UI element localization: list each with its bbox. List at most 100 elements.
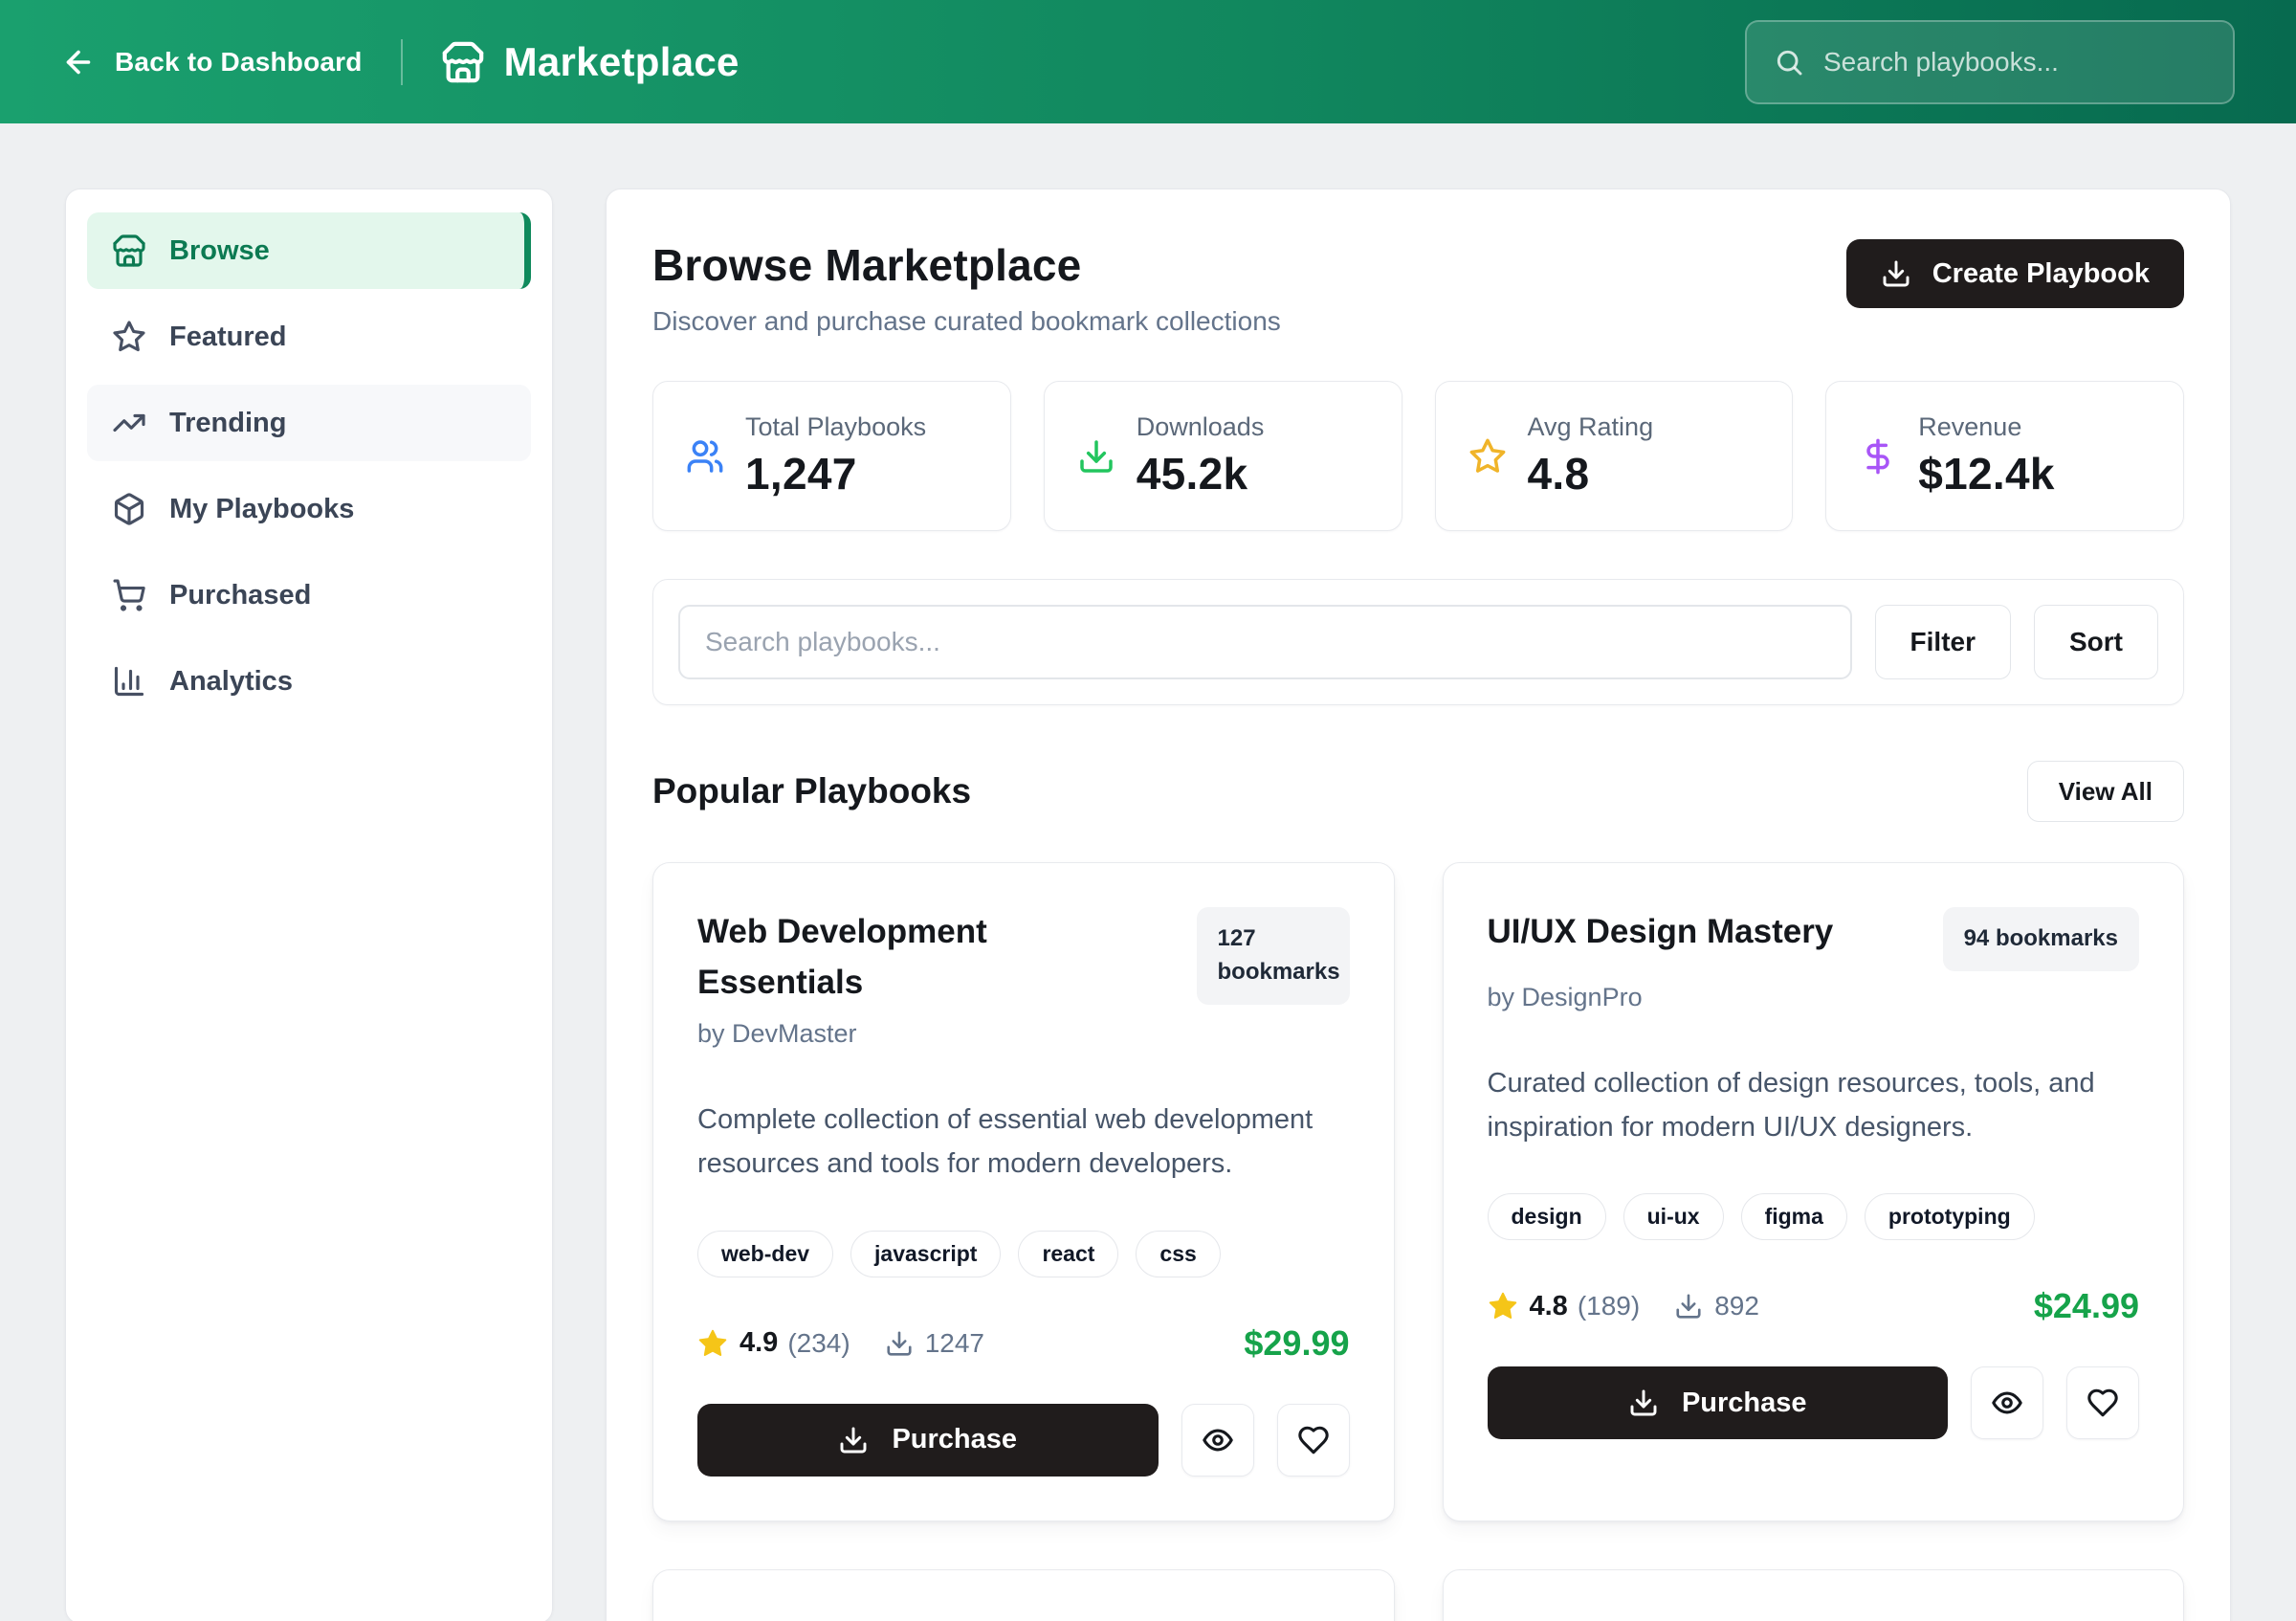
download-icon	[1881, 258, 1911, 289]
search-icon	[1774, 47, 1804, 78]
store-icon	[112, 233, 146, 268]
heart-icon	[1297, 1424, 1330, 1456]
stat-label: Total Playbooks	[745, 412, 926, 442]
purchase-button[interactable]: Purchase	[697, 1404, 1159, 1477]
review-count: (189)	[1578, 1291, 1640, 1321]
star-icon	[1468, 437, 1507, 476]
tag: figma	[1741, 1193, 1847, 1240]
stat-value: 45.2k	[1137, 448, 1265, 500]
price: $29.99	[1244, 1323, 1349, 1364]
filter-button[interactable]: Filter	[1875, 605, 2011, 679]
stat-label: Avg Rating	[1528, 412, 1654, 442]
playbook-title: Web Development Essentials	[697, 907, 1109, 1008]
sidebar-item-label: My Playbooks	[169, 494, 354, 525]
tag-list: web-dev javascript react css	[697, 1231, 1350, 1277]
download-icon	[838, 1425, 869, 1455]
stat-card-revenue: Revenue $12.4k	[1825, 381, 2184, 531]
star-filled-icon	[1488, 1291, 1518, 1321]
stat-label: Revenue	[1918, 412, 2055, 442]
search-filter-bar: Filter Sort	[652, 579, 2184, 705]
tag: prototyping	[1865, 1193, 2035, 1240]
sidebar-item-my-playbooks[interactable]: My Playbooks	[87, 471, 531, 547]
sidebar: Browse Featured Trending My Playbooks Pu…	[65, 189, 553, 1621]
download-icon	[1077, 437, 1115, 476]
purchase-label: Purchase	[892, 1424, 1017, 1455]
stat-label: Downloads	[1137, 412, 1265, 442]
preview-button[interactable]	[1971, 1366, 2043, 1439]
tag: web-dev	[697, 1231, 833, 1277]
playbook-grid: Web Development Essentials 127 bookmarks…	[652, 862, 2184, 1621]
stat-value: $12.4k	[1918, 448, 2055, 500]
sidebar-item-trending[interactable]: Trending	[87, 385, 531, 461]
preview-button[interactable]	[1181, 1404, 1254, 1477]
brand: Marketplace	[441, 39, 740, 85]
favorite-button[interactable]	[1277, 1404, 1350, 1477]
playbook-description: Curated collection of design resources, …	[1488, 1062, 2140, 1150]
browse-marketplace-title: Browse Marketplace	[652, 239, 1281, 291]
create-playbook-button[interactable]: Create Playbook	[1846, 239, 2184, 308]
arrow-left-icon	[61, 45, 96, 79]
tag-list: design ui-ux figma prototyping	[1488, 1193, 2140, 1240]
sidebar-item-purchased[interactable]: Purchased	[87, 557, 531, 633]
store-icon	[441, 40, 485, 84]
stat-card-avg-rating: Avg Rating 4.8	[1435, 381, 1794, 531]
rating-value: 4.8	[1530, 1291, 1568, 1322]
price: $24.99	[2034, 1286, 2139, 1326]
back-label: Back to Dashboard	[115, 47, 363, 78]
page-title: Marketplace	[504, 39, 740, 85]
sidebar-item-browse[interactable]: Browse	[87, 212, 531, 289]
sort-button[interactable]: Sort	[2034, 605, 2158, 679]
package-icon	[112, 492, 146, 526]
sidebar-item-analytics[interactable]: Analytics	[87, 643, 531, 720]
download-count: 892	[1714, 1291, 1759, 1321]
popular-playbooks-title: Popular Playbooks	[652, 771, 971, 811]
page-subtitle: Discover and purchase curated bookmark c…	[652, 306, 1281, 337]
trending-up-icon	[112, 406, 146, 440]
page-body: Browse Featured Trending My Playbooks Pu…	[0, 123, 2296, 1621]
star-icon	[112, 320, 146, 354]
favorite-button[interactable]	[2066, 1366, 2139, 1439]
sidebar-item-label: Featured	[169, 322, 286, 353]
tag: javascript	[850, 1231, 1001, 1277]
bookmarks-badge: 94 bookmarks	[1943, 907, 2139, 971]
eye-icon	[1991, 1387, 2023, 1419]
review-count: (234)	[787, 1328, 850, 1359]
stat-value: 4.8	[1528, 448, 1654, 500]
view-all-button[interactable]: View All	[2027, 761, 2184, 822]
stats-grid: Total Playbooks 1,247 Downloads 45.2k Av…	[652, 381, 2184, 531]
sidebar-item-label: Analytics	[169, 666, 293, 698]
download-icon	[885, 1329, 914, 1358]
bookmarks-badge: 127 bookmarks	[1197, 907, 1350, 1005]
shopping-cart-icon	[112, 578, 146, 612]
sidebar-item-featured[interactable]: Featured	[87, 299, 531, 375]
playbook-author: by DevMaster	[697, 1019, 1350, 1049]
heart-icon	[2086, 1387, 2119, 1419]
purchase-button[interactable]: Purchase	[1488, 1366, 1949, 1439]
back-to-dashboard-link[interactable]: Back to Dashboard	[61, 45, 363, 79]
header-search-input[interactable]	[1823, 47, 2206, 78]
playbook-card: Web Development Essentials 127 bookmarks…	[652, 862, 1395, 1521]
create-playbook-label: Create Playbook	[1932, 258, 2150, 290]
main-panel: Browse Marketplace Discover and purchase…	[606, 189, 2231, 1621]
rating-value: 4.9	[740, 1327, 778, 1359]
playbook-author: by DesignPro	[1488, 983, 2140, 1012]
users-icon	[686, 437, 724, 476]
tag: design	[1488, 1193, 1606, 1240]
header-divider	[401, 39, 403, 85]
header-search	[1745, 20, 2235, 104]
bar-chart-icon	[112, 664, 146, 699]
download-count: 1247	[925, 1328, 984, 1359]
sidebar-item-label: Purchased	[169, 580, 311, 611]
stat-value: 1,247	[745, 448, 926, 500]
playbook-title: UI/UX Design Mastery	[1488, 907, 1834, 971]
stat-card-downloads: Downloads 45.2k	[1044, 381, 1402, 531]
app-header: Back to Dashboard Marketplace	[0, 0, 2296, 123]
download-icon	[1628, 1388, 1659, 1418]
stat-card-total-playbooks: Total Playbooks 1,247	[652, 381, 1011, 531]
playbook-card-partial	[1443, 1569, 2185, 1621]
sidebar-item-label: Trending	[169, 408, 286, 439]
eye-icon	[1202, 1424, 1234, 1456]
playbook-search-input[interactable]	[678, 605, 1852, 679]
star-filled-icon	[697, 1328, 728, 1359]
playbook-description: Complete collection of essential web dev…	[697, 1099, 1350, 1187]
